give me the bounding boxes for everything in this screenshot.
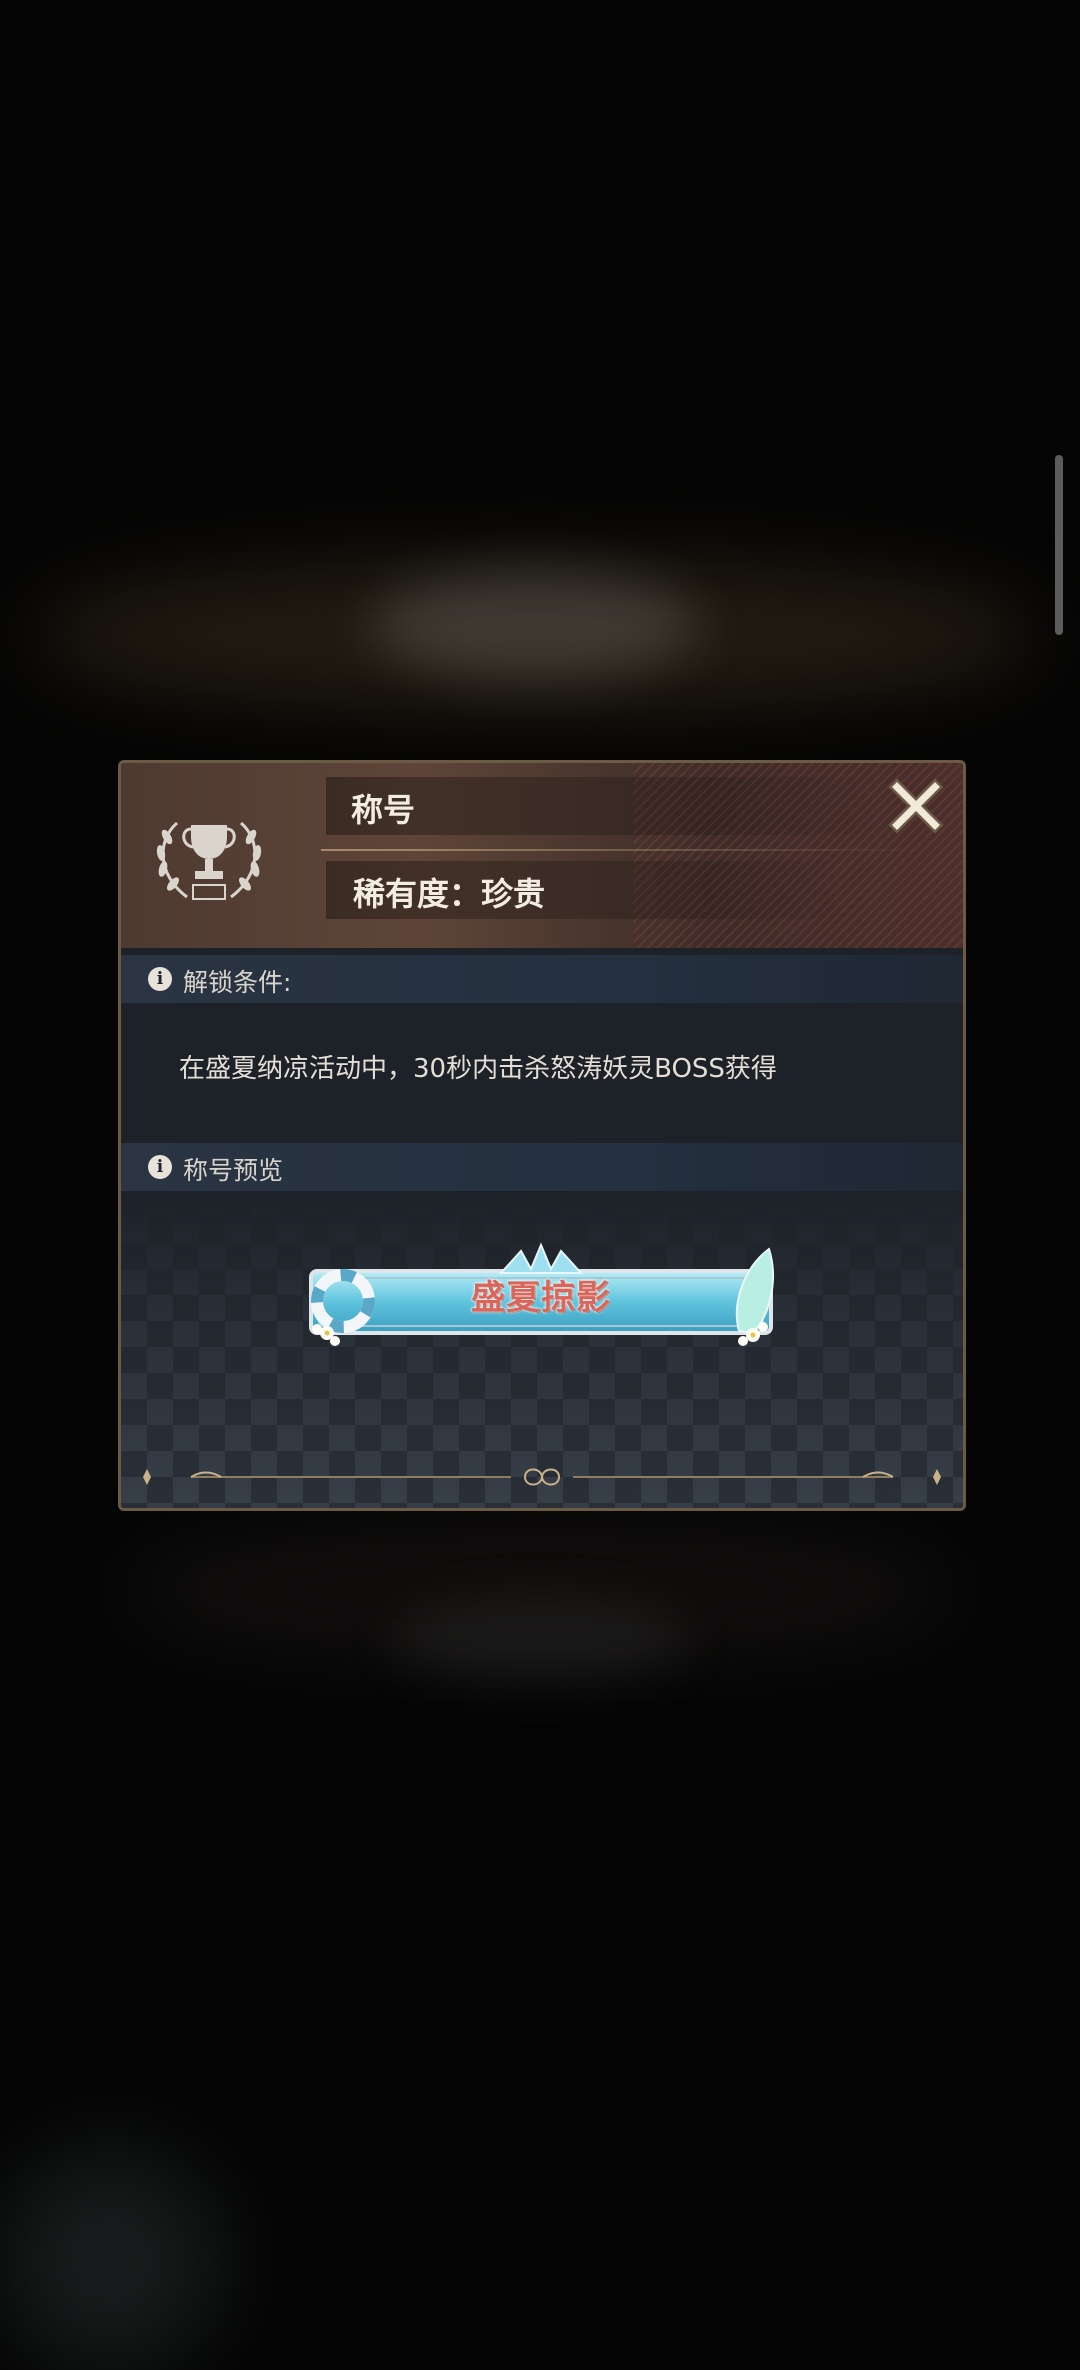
background-blurred-avatar [0,2150,220,2370]
background-blurred-title [370,570,700,680]
title-preview-header: i 称号预览 [121,1143,963,1191]
trophy-laurel-icon [156,821,262,900]
dialog-title: 称号 [351,791,416,829]
info-icon: i [148,1155,172,1179]
unlock-condition-label: 解锁条件: [183,968,292,997]
title-detail-dialog: 称号 稀有度：珍贵 i 解锁条件: 在盛夏纳凉活动中，30秒内击杀怒涛妖灵BOS… [118,760,966,1511]
scrollbar[interactable] [1055,455,1063,635]
info-icon: i [148,967,172,991]
unlock-condition-text: 在盛夏纳凉活动中，30秒内击杀怒涛妖灵BOSS获得 [179,1054,777,1084]
unlock-condition-header: i 解锁条件: [121,955,963,1003]
bottom-ornament [143,1468,941,1486]
rarity-label: 稀有度：珍贵 [353,875,546,913]
close-x-icon[interactable] [885,775,947,837]
title-preview-label: 称号预览 [183,1156,284,1185]
title-badge-text: 盛夏掠影 [471,1278,611,1318]
dialog-header: 称号 稀有度：珍贵 [121,763,963,948]
title-badge: 盛夏掠影 [291,1241,791,1356]
header-divider [321,849,921,851]
background-blurred-button [390,1600,690,1680]
